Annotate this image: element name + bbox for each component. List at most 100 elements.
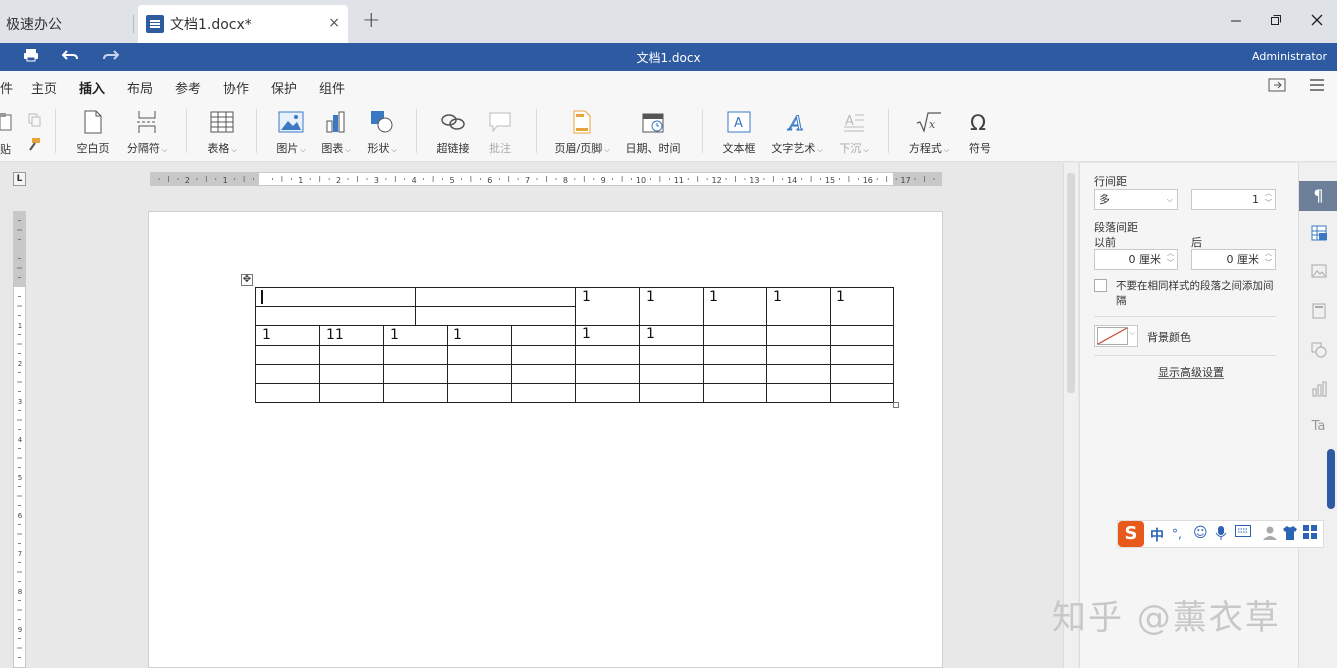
header-footer-icon — [573, 110, 591, 134]
table-cell[interactable]: 1 — [773, 289, 782, 305]
background-color-picker[interactable]: ⌵ — [1094, 325, 1138, 347]
ruler-tick-label: 6 — [18, 512, 23, 520]
skin-icon[interactable] — [1282, 525, 1298, 545]
date-time-button[interactable]: 日期、时间 — [622, 109, 684, 156]
table-settings-icon[interactable] — [1299, 225, 1337, 245]
microphone-icon[interactable] — [1215, 525, 1227, 545]
drop-cap-button[interactable]: A 下沉 ⌵ — [836, 109, 872, 156]
table-cell[interactable]: 1 — [453, 327, 462, 343]
line-spacing-mode-select[interactable]: 多 ⌵ — [1094, 189, 1178, 210]
spacing-after-input[interactable]: 0 厘米 ︿ ﹀ — [1191, 249, 1276, 270]
ruler-tick-label: 1 — [298, 176, 303, 185]
ime-language-toggle[interactable]: 中 — [1150, 525, 1164, 545]
spinner-icon[interactable]: ︿ ﹀ — [1167, 248, 1174, 268]
ruler-tick-label: 7 — [18, 550, 22, 558]
format-painter-icon[interactable] — [27, 137, 41, 154]
table-cell[interactable]: 11 — [326, 327, 344, 343]
keyboard-icon[interactable] — [1235, 525, 1251, 541]
chevron-down-icon: ⌵ — [943, 146, 950, 154]
horizontal-ruler[interactable]: 2 1 1 2 3 4 5 6 7 8 9 10 11 12 13 14 15 16 17 — [150, 172, 942, 186]
chevron-down-icon: ⌵ — [1129, 329, 1135, 337]
menu-collaborate[interactable]: 协作 — [223, 78, 249, 97]
spacing-before-input[interactable]: 0 厘米 ︿ ﹀ — [1094, 249, 1178, 270]
table-button[interactable]: 表格 ⌵ — [202, 109, 242, 156]
chart-settings-icon[interactable] — [1299, 381, 1337, 401]
ruler-tick-label: 4 — [412, 176, 417, 185]
table-cell[interactable]: 1 — [582, 289, 591, 305]
table-cell[interactable]: 1 — [646, 326, 655, 342]
text-art-settings-icon[interactable]: Ta — [1299, 419, 1337, 434]
menu-plugins[interactable]: 组件 — [319, 78, 345, 97]
user-name[interactable]: Administrator — [1252, 50, 1327, 63]
page-break-button[interactable]: 分隔符 ⌵ — [122, 109, 172, 156]
menu-home[interactable]: 主页 — [31, 78, 57, 97]
table-cell[interactable]: 1 — [709, 289, 718, 305]
table-move-handle[interactable]: ✥ — [241, 274, 253, 286]
paragraph-icon[interactable]: ¶ — [1299, 181, 1337, 211]
text-art-button[interactable]: A 文字艺术 ⌵ — [768, 109, 826, 156]
line-spacing-value-input[interactable]: 1 ︿ ﹀ — [1191, 189, 1276, 210]
menu-layout[interactable]: 布局 — [127, 78, 153, 97]
ruler-tick-label: 3 — [374, 176, 379, 185]
spinner-icon[interactable]: ︿ ﹀ — [1265, 248, 1272, 268]
image-button[interactable]: 图片 ⌵ — [272, 109, 310, 156]
tab-stop-selector[interactable]: L — [13, 172, 26, 186]
header-footer-button[interactable]: 页眉/页脚 ⌵ — [552, 109, 612, 156]
page-break-label: 分隔符 — [126, 142, 160, 155]
ime-punctuation-toggle[interactable]: °, — [1172, 527, 1182, 541]
ime-logo-icon[interactable]: S — [1118, 521, 1144, 547]
table-grid-line — [830, 325, 831, 403]
hyperlink-button[interactable]: 超链接 — [432, 109, 474, 156]
table-cell[interactable]: 1 — [262, 327, 271, 343]
tab-home-label: 极速办公 — [6, 17, 62, 33]
shape-button[interactable]: 形状 ⌵ — [363, 109, 401, 156]
blank-page-button[interactable]: 空白页 — [72, 109, 114, 156]
spacing-before-value: 0 厘米 — [1128, 253, 1162, 266]
scrollbar-thumb[interactable] — [1067, 173, 1075, 393]
no-space-same-style-checkbox[interactable] — [1094, 279, 1107, 292]
table-cell[interactable]: 1 — [582, 326, 591, 342]
equation-button[interactable]: x 方程式 ⌵ — [904, 109, 954, 156]
tab-document[interactable]: 文档1.docx* × — [138, 5, 348, 43]
blank-page-icon — [84, 110, 102, 134]
minimize-icon[interactable] — [1230, 12, 1242, 30]
user-center-icon[interactable] — [1262, 525, 1278, 545]
tab-home[interactable]: 极速办公 — [0, 5, 134, 43]
chevron-down-icon: ⌵ — [1166, 195, 1173, 204]
comment-button[interactable]: 批注 — [484, 109, 516, 156]
table-cell[interactable]: 1 — [390, 327, 399, 343]
spinner-icon[interactable]: ︿ ﹀ — [1265, 188, 1272, 208]
table-grid-line — [319, 325, 320, 403]
menu-references[interactable]: 参考 — [175, 78, 201, 97]
image-settings-icon[interactable] — [1299, 264, 1337, 282]
symbol-button[interactable]: Ω 符号 — [964, 109, 996, 156]
emoji-icon[interactable]: ☺ — [1193, 525, 1208, 541]
background-color-label: 背景颜色 — [1147, 331, 1191, 344]
menu-insert[interactable]: 插入 — [79, 78, 106, 103]
paste-button[interactable] — [0, 111, 14, 134]
spacing-after-label: 后 — [1191, 236, 1202, 249]
ime-toolbox-icon[interactable] — [1303, 525, 1317, 543]
header-settings-icon[interactable] — [1299, 303, 1337, 323]
menu-protect[interactable]: 保护 — [271, 78, 297, 97]
hamburger-menu-icon[interactable] — [1309, 78, 1325, 96]
paste-label: 贴 — [0, 143, 11, 156]
link-icon — [441, 114, 465, 130]
table-cell[interactable]: 1 — [646, 289, 655, 305]
maximize-icon[interactable] — [1270, 12, 1282, 30]
text-box-button[interactable]: A 文本框 — [718, 109, 760, 156]
new-tab-button[interactable]: + — [362, 8, 380, 33]
document-page[interactable] — [148, 211, 943, 668]
table-cell[interactable]: 1 — [836, 289, 845, 305]
table-resize-handle[interactable] — [893, 402, 899, 408]
menu-file[interactable]: 件 — [0, 78, 13, 97]
open-location-icon[interactable] — [1268, 77, 1286, 97]
copy-icon[interactable] — [28, 113, 42, 130]
shape-settings-icon[interactable] — [1299, 342, 1337, 362]
ribbon-separator — [536, 109, 537, 153]
comment-label: 批注 — [489, 142, 511, 155]
close-window-icon[interactable] — [1311, 12, 1323, 30]
chart-button[interactable]: 图表 ⌵ — [318, 109, 354, 156]
tab-close-icon[interactable]: × — [328, 15, 340, 31]
vertical-ruler[interactable]: 1 2 3 4 5 6 7 8 9 — [13, 211, 26, 668]
